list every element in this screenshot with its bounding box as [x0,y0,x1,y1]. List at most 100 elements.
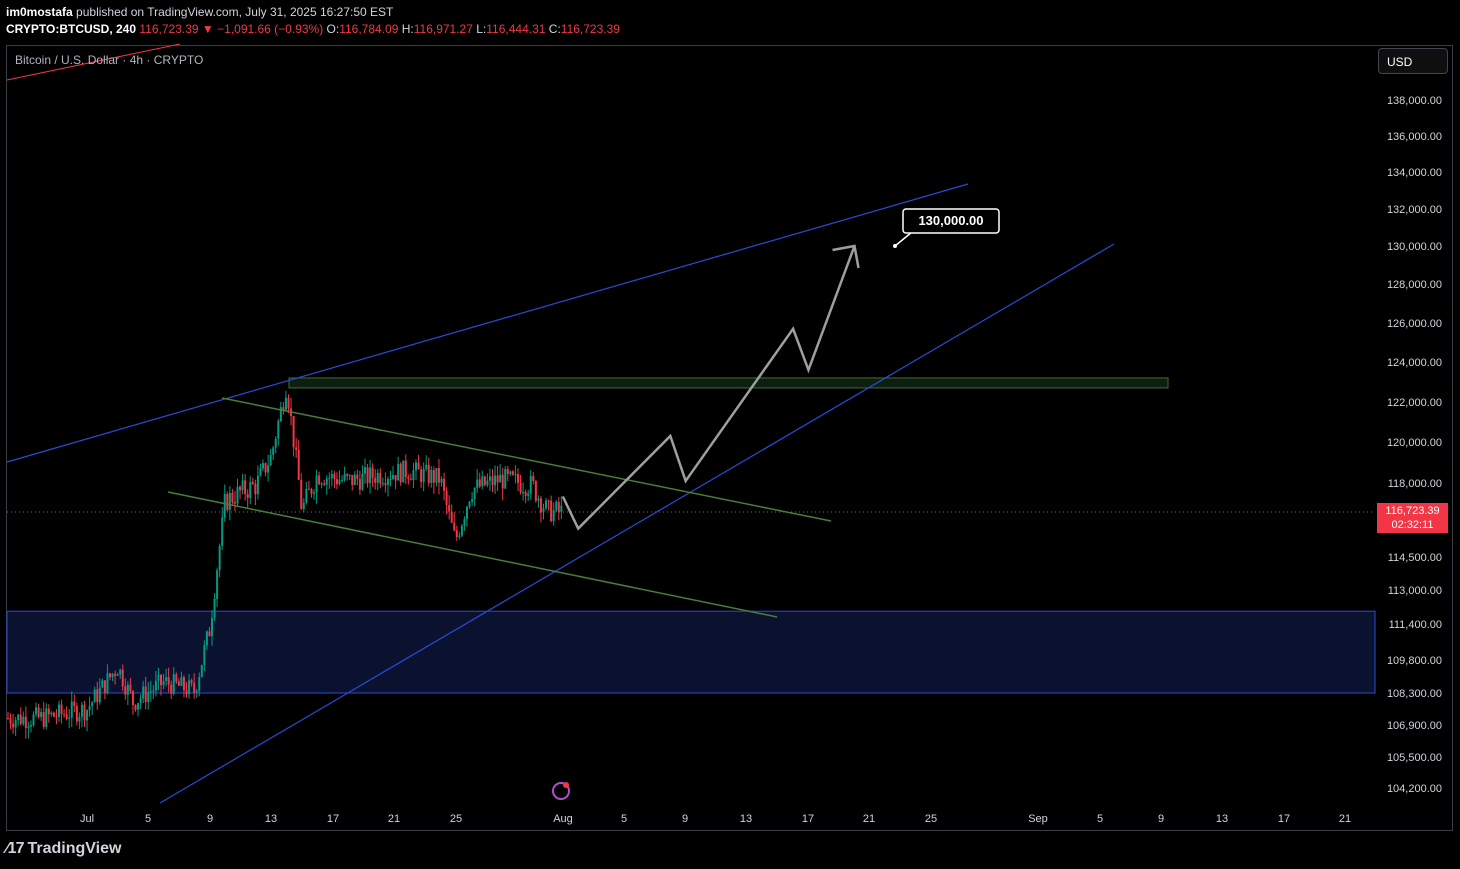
candle-body [555,501,558,511]
candle-body [154,680,157,691]
candle-body [195,690,198,693]
last-price-tag: 116,723.39 02:32:11 [1377,503,1448,533]
candle-body [259,468,262,476]
candle-body [165,677,168,681]
candle-body [157,674,160,681]
candle-body [330,473,333,479]
candle-body [420,469,423,482]
price-axis-label: 109,800.00 [1387,655,1442,667]
candle-body [313,492,315,494]
candle-body [131,691,134,705]
candle-body [236,486,239,504]
time-axis-label: 17 [802,813,814,825]
candle-body [430,470,433,483]
price-chart[interactable]: 130,000.00 138,000.00 136,000.00 134,000.0… [0,0,1460,869]
price-tag-value: 116,723.39 [1385,505,1440,517]
candle-body [315,475,318,493]
candle-body [142,686,145,699]
candle-body [182,677,185,691]
price-axis-label: 130,000.00 [1387,241,1442,253]
candle-body [231,492,234,503]
candle-body [499,474,502,483]
price-axis-label: 118,000.00 [1388,478,1442,490]
candle-body [98,687,101,703]
candle-body [552,510,555,522]
time-axis-label: 13 [265,813,277,825]
candle-body [68,717,71,719]
candle-body [83,704,86,721]
candle-body [504,469,507,489]
candle-body [506,469,509,474]
candle-body [241,480,244,491]
price-tag-countdown: 02:32:11 [1391,519,1434,531]
time-axis-label: 17 [327,813,339,825]
candle-body [550,500,553,522]
time-axis-label: 21 [388,813,400,825]
time-axis-label: 9 [207,813,213,825]
candle-body [144,686,147,703]
candle-body [542,508,545,513]
time-axis-label: 5 [1097,813,1103,825]
candle-body [162,680,165,686]
candle-body [427,464,430,483]
candle-body [381,483,384,485]
candle-body [557,501,560,512]
time-axis-label: 13 [1216,813,1228,825]
time-axis-label: 25 [450,813,462,825]
candle-body [537,498,540,501]
price-axis-label: 122,000.00 [1387,397,1442,409]
candle-body [121,669,124,687]
candle-body [78,716,81,722]
candle-body [284,397,287,410]
candle-body [109,673,111,678]
price-axis-label: 120,000.00 [1387,437,1442,449]
candle-body [24,716,27,729]
candle-body [37,707,40,718]
candle-body [547,500,550,502]
candle-body [27,726,30,729]
candle-body [200,664,203,677]
candle-body [139,698,142,704]
candle-body [369,467,372,483]
candle-body [468,501,471,507]
candle-body [529,475,532,494]
projection-arrowhead [832,244,860,269]
candle-body [75,706,78,722]
candle-body [256,475,259,495]
candle-body [7,718,9,720]
candle-body [522,492,525,494]
candle-body [376,472,379,483]
tradingview-brand[interactable]: ⁄17 TradingView [6,840,121,858]
candle-body [124,686,127,695]
candle-body [307,488,310,490]
time-axis-label: 17 [1278,813,1290,825]
candle-body [203,645,206,665]
price-axis-label: 106,900.00 [1387,720,1442,732]
price-axis-label: 104,200.00 [1387,783,1442,795]
candle-body [384,483,387,485]
candle-body [180,677,183,686]
candle-body [63,714,66,716]
candle-body [494,475,497,486]
candle-body [305,488,308,503]
candle-body [88,706,91,711]
candle-body [119,669,122,675]
candle-body [437,468,440,483]
candle-body [397,464,400,481]
candle-body [402,460,405,483]
candle-body [160,674,162,686]
candle-body [409,479,412,481]
candle-body [371,467,374,478]
candle-body [351,474,354,485]
price-axis-label: 128,000.00 [1387,279,1442,291]
candle-body [404,460,407,478]
candle-body [103,680,106,694]
currency-button[interactable]: USD [1378,48,1448,74]
candle-body [425,464,428,469]
upper-blue-trendline [6,183,969,463]
candle-body [254,483,257,495]
candle-body [152,690,155,692]
price-axis: 138,000.00 136,000.00 134,000.00 132,000.00… [1387,95,1442,795]
candle-body [392,475,395,479]
candle-body [272,447,275,455]
